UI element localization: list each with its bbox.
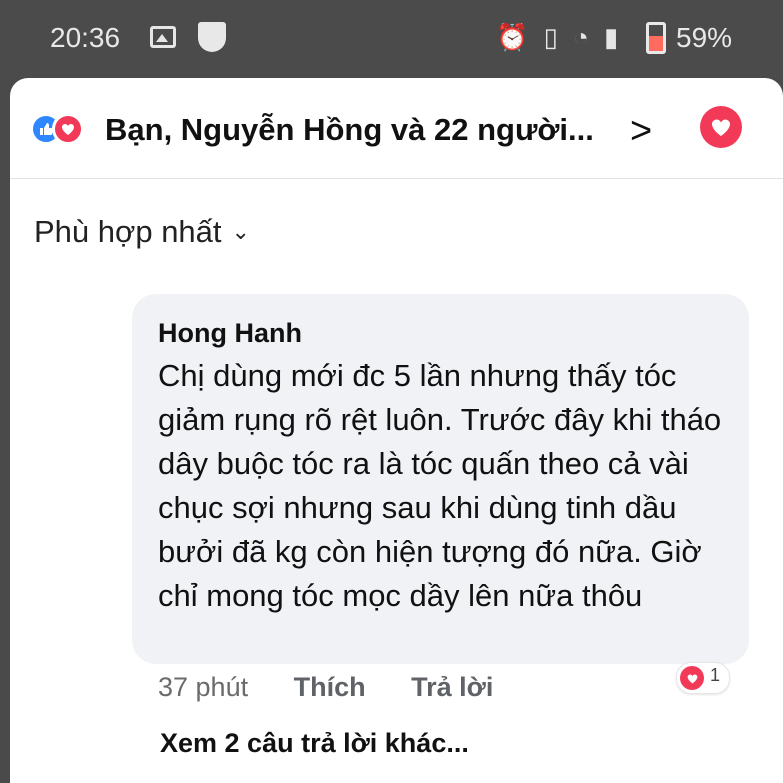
sort-label: Phù hợp nhất xyxy=(34,214,222,249)
chevron-right-icon[interactable]: > xyxy=(630,110,652,153)
comment-actions: 37 phút Thích Trả lời xyxy=(158,672,493,703)
gallery-icon xyxy=(150,26,176,48)
like-button[interactable]: Thích xyxy=(294,672,366,702)
love-button[interactable] xyxy=(700,106,742,148)
comment-bubble[interactable]: Hong Hanh Chị dùng mới đc 5 lần nhưng th… xyxy=(132,294,749,664)
love-reaction-icon xyxy=(52,113,84,145)
status-time: 20:36 xyxy=(50,22,121,53)
comment-text: Chị dùng mới đc 5 lần nhưng thấy tóc giả… xyxy=(158,358,722,613)
battery-icon xyxy=(646,22,666,54)
shield-icon xyxy=(198,22,226,52)
comment-time: 37 phút xyxy=(158,672,249,702)
reaction-count-value: 1 xyxy=(710,665,721,685)
reply-button[interactable]: Trả lời xyxy=(411,672,493,702)
reactions-comments-sheet: Bạn, Nguyễn Hồng và 22 người... > Phù hợ… xyxy=(10,78,783,783)
status-bar: 20:36 ⏰ ▯ ◔ ▮ 59% xyxy=(0,0,783,78)
heart-icon xyxy=(680,666,704,690)
sort-dropdown[interactable]: Phù hợp nhất ⌄ xyxy=(34,214,250,250)
battery-level: 59% xyxy=(676,22,733,53)
sheet-header[interactable]: Bạn, Nguyễn Hồng và 22 người... > xyxy=(10,78,783,179)
comment-author[interactable]: Hong Hanh xyxy=(158,318,302,349)
comment-reaction-count[interactable]: 1 xyxy=(676,662,730,694)
chevron-down-icon: ⌄ xyxy=(231,219,250,244)
reaction-summary[interactable]: Bạn, Nguyễn Hồng và 22 người... xyxy=(105,112,594,148)
view-more-replies-link[interactable]: Xem 2 câu trả lời khác... xyxy=(160,728,469,759)
status-icons: ⏰ ▯ ◔ ▮ xyxy=(496,22,623,52)
